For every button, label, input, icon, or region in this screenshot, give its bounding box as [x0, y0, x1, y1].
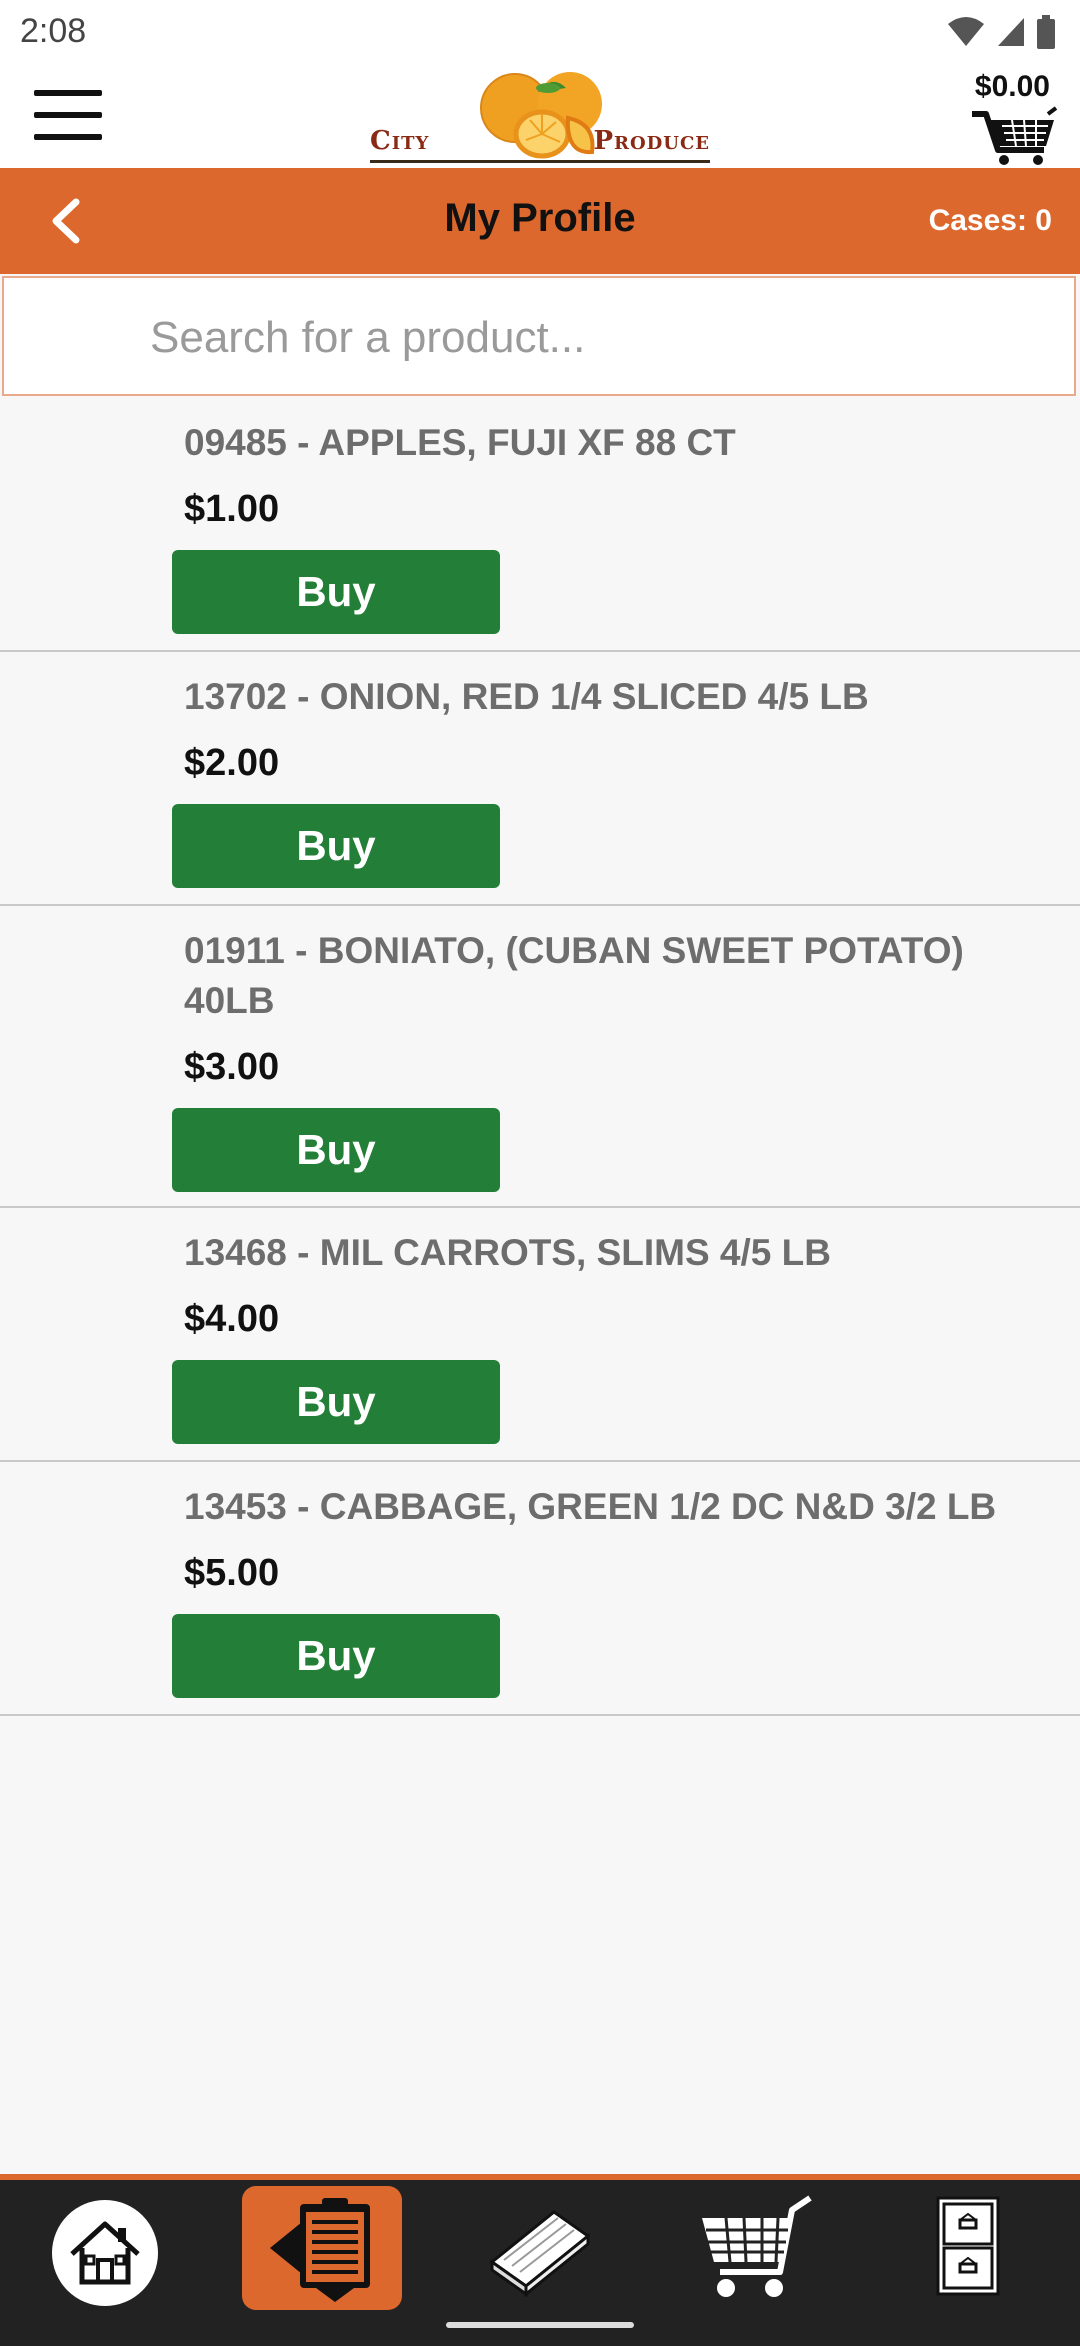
product-name: 13702 - ONION, RED 1/4 SLICED 4/5 LB — [184, 676, 869, 717]
logo-text-produce: Produce — [593, 126, 710, 156]
status-time: 2:08 — [20, 12, 87, 50]
book-icon — [489, 2210, 591, 2298]
product-name: 13468 - MIL CARROTS, SLIMS 4/5 LB — [184, 1232, 831, 1273]
hamburger-menu-icon[interactable] — [34, 90, 102, 142]
status-icons — [946, 12, 1056, 52]
product-price: $1.00 — [184, 488, 280, 530]
app-header: City Produce $0.00 — [0, 64, 1080, 170]
buy-button[interactable]: Buy — [172, 550, 500, 634]
nav-history[interactable] — [890, 2190, 1050, 2306]
product-name: 09485 - APPLES, FUJI XF 88 CT — [184, 422, 736, 463]
clipboard-back-icon — [270, 2198, 370, 2302]
nav-order-guide[interactable] — [242, 2186, 402, 2310]
product-list: 09485 - APPLES, FUJI XF 88 CT $1.00 Buy … — [0, 398, 1080, 1716]
product-item: 01911 - BONIATO, (CUBAN SWEET POTATO) 40… — [0, 906, 1080, 1208]
nav-catalog[interactable] — [460, 2190, 620, 2306]
product-item: 13702 - ONION, RED 1/4 SLICED 4/5 LB $2.… — [0, 652, 1080, 906]
cabinet-icon — [936, 2196, 1000, 2296]
cart-total: $0.00 — [974, 70, 1050, 103]
nav-cart[interactable] — [680, 2190, 840, 2306]
product-price: $3.00 — [184, 1046, 280, 1088]
buy-button[interactable]: Buy — [172, 1360, 500, 1444]
cases-count: Cases: 0 — [928, 204, 1052, 237]
product-price: $2.00 — [184, 742, 280, 784]
logo-underline — [370, 160, 710, 163]
nav-home[interactable] — [30, 2190, 190, 2306]
product-price: $4.00 — [184, 1298, 280, 1340]
product-name: 13453 - CABBAGE, GREEN 1/2 DC N&D 3/2 LB — [184, 1486, 997, 1527]
product-name: 01911 - BONIATO, (CUBAN SWEET POTATO) 40… — [184, 930, 964, 1021]
search-bar — [2, 276, 1076, 396]
title-bar: My Profile Cases: 0 — [0, 168, 1080, 274]
signal-icon — [998, 18, 1024, 46]
home-bubble — [52, 2200, 158, 2306]
buy-button[interactable]: Buy — [172, 1108, 500, 1192]
logo-text-city: City — [370, 126, 430, 156]
gesture-bar[interactable] — [446, 2322, 634, 2328]
home-icon — [70, 2221, 140, 2285]
product-item: 13453 - CABBAGE, GREEN 1/2 DC N&D 3/2 LB… — [0, 1462, 1080, 1716]
product-item: 13468 - MIL CARROTS, SLIMS 4/5 LB $4.00 … — [0, 1208, 1080, 1462]
battery-icon — [1037, 15, 1055, 49]
product-price: $5.00 — [184, 1552, 280, 1594]
wifi-icon — [948, 17, 984, 46]
bottom-nav — [0, 2174, 1080, 2346]
header-cart-icon[interactable] — [968, 106, 1058, 166]
product-item: 09485 - APPLES, FUJI XF 88 CT $1.00 Buy — [0, 398, 1080, 652]
city-produce-logo: City Produce — [370, 68, 710, 166]
search-input[interactable] — [148, 306, 1032, 370]
buy-button[interactable]: Buy — [172, 1614, 500, 1698]
status-bar: 2:08 — [0, 0, 1080, 64]
page-title: My Profile — [444, 196, 636, 240]
buy-button[interactable]: Buy — [172, 804, 500, 888]
cart-icon — [702, 2195, 812, 2297]
